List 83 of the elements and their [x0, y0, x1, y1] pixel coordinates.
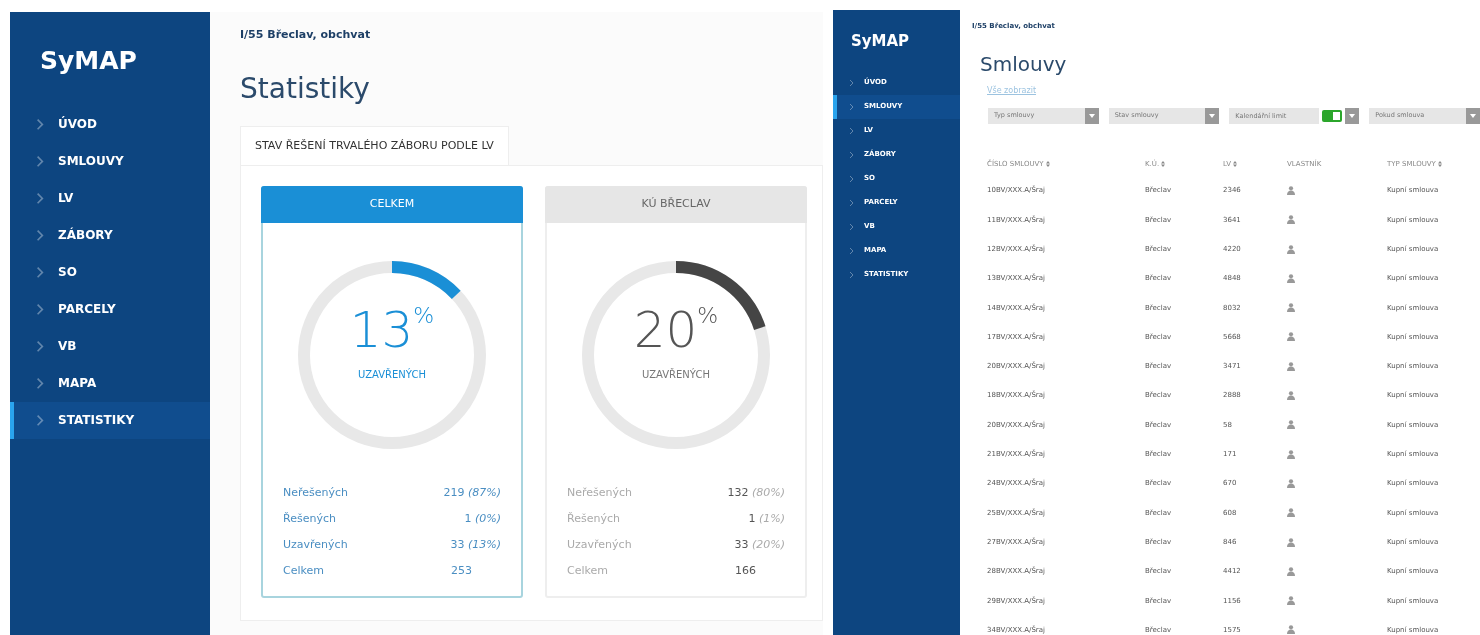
stat-value: 219 (87%)	[442, 484, 501, 501]
caret-icon	[1349, 114, 1356, 118]
stat-card[interactable]: KÚ BŘECLAV 20$^{%}$ UZAVŘENÝCH Neřešených 132 (80%) Řešených 1 (1%) Uzavřených 33 (20%) Celkem 166	[545, 186, 807, 599]
sort-icon	[1045, 160, 1050, 167]
chevron-icon	[849, 246, 854, 255]
card-header: KÚ BŘECLAV	[545, 186, 807, 224]
caret-icon	[1470, 114, 1476, 118]
person-icon	[1287, 273, 1295, 283]
stat-label: Uzavřených	[283, 536, 348, 553]
percent-value: 13$^{%}$	[348, 305, 436, 356]
chevron-icon	[849, 198, 854, 207]
stat-value: 253	[450, 562, 473, 579]
caret-icon	[1088, 114, 1095, 118]
stat-label: Celkem	[283, 562, 324, 579]
stat-value: 166	[734, 562, 757, 579]
person-icon	[1287, 303, 1295, 313]
toggle-switch[interactable]	[1322, 110, 1343, 122]
chevron-icon	[36, 228, 44, 242]
chevron-icon	[36, 413, 44, 427]
nav-item[interactable]: VB	[10, 327, 210, 365]
app-logo: SyMAP	[850, 31, 911, 52]
stat-label: Řešených	[283, 510, 336, 527]
nav-item[interactable]: ÚVOD	[10, 105, 210, 143]
chevron-icon	[36, 154, 44, 168]
stat-card[interactable]: CELKEM 13$^{%}$ UZAVŘENÝCH Neřešených 219 (87%) Řešených 1 (0%) Uzavřených 33 (13%) Celkem 253	[261, 186, 523, 599]
person-icon	[1287, 566, 1295, 576]
chevron-icon	[849, 222, 854, 231]
card-header: CELKEM	[261, 186, 523, 224]
nav-item[interactable]: PARCELY	[10, 290, 210, 328]
nav-item[interactable]: MAPA	[10, 364, 210, 402]
chevron-icon	[849, 78, 854, 87]
dropdown-button[interactable]	[1345, 108, 1360, 124]
chevron-icon	[849, 126, 854, 135]
stat-value: 33 (20%)	[733, 536, 785, 553]
person-icon	[1287, 478, 1295, 488]
stat-label: Uzavřených	[567, 536, 632, 553]
chevron-icon	[849, 270, 854, 279]
app-logo: SyMAP	[39, 45, 138, 77]
person-icon	[1287, 508, 1295, 518]
nav-item[interactable]: SO	[10, 253, 210, 291]
nav-item[interactable]: ZÁBORY	[10, 216, 210, 254]
chevron-icon	[36, 191, 44, 205]
stat-label: Neřešených	[567, 484, 633, 501]
person-icon	[1287, 332, 1295, 342]
nav-item[interactable]: SMLOUVY	[10, 142, 210, 180]
person-icon	[1287, 420, 1295, 430]
person-icon	[1287, 625, 1295, 635]
page-title: Smlouvy	[980, 52, 1068, 76]
stat-label: Řešených	[567, 510, 620, 527]
person-icon	[1287, 596, 1295, 606]
chevron-icon	[36, 376, 44, 390]
person-icon	[1287, 537, 1295, 547]
person-icon	[1287, 185, 1295, 195]
chevron-icon	[849, 150, 854, 159]
chevron-icon	[849, 174, 854, 183]
stat-value: 33 (13%)	[449, 536, 501, 553]
sort-icon	[1233, 160, 1238, 167]
chevron-icon	[36, 339, 44, 353]
page-title: Statistiky	[240, 72, 371, 106]
chevron-icon	[36, 117, 44, 131]
donut-caption: UZAVŘENÝCH	[642, 367, 710, 383]
person-icon	[1287, 244, 1295, 254]
caret-icon	[1209, 114, 1216, 118]
person-icon	[1287, 449, 1295, 459]
donut-caption: UZAVŘENÝCH	[358, 367, 426, 383]
percent-value: 20$^{%}$	[632, 305, 720, 356]
stat-label: Neřešených	[283, 484, 349, 501]
chevron-icon	[36, 302, 44, 316]
stat-label: Celkem	[567, 562, 608, 579]
chevron-icon	[849, 102, 854, 111]
sort-icon	[1438, 160, 1443, 167]
stat-value: 1 (1%)	[747, 510, 785, 527]
breadcrumb: I/55 Břeclav, obchvat	[240, 27, 372, 43]
person-icon	[1287, 215, 1295, 225]
panel-tab[interactable]: STAV ŘEŠENÍ TRVALÉHO ZÁBORU PODLE LV	[240, 125, 509, 166]
person-icon	[1287, 361, 1295, 371]
nav-item[interactable]: STATISTIKY	[10, 401, 210, 439]
stat-value: 132 (80%)	[726, 484, 785, 501]
person-icon	[1287, 391, 1295, 401]
nav-item[interactable]: LV	[10, 179, 210, 217]
sort-icon	[1161, 160, 1166, 167]
chevron-icon	[36, 265, 44, 279]
stat-value: 1 (0%)	[463, 510, 501, 527]
